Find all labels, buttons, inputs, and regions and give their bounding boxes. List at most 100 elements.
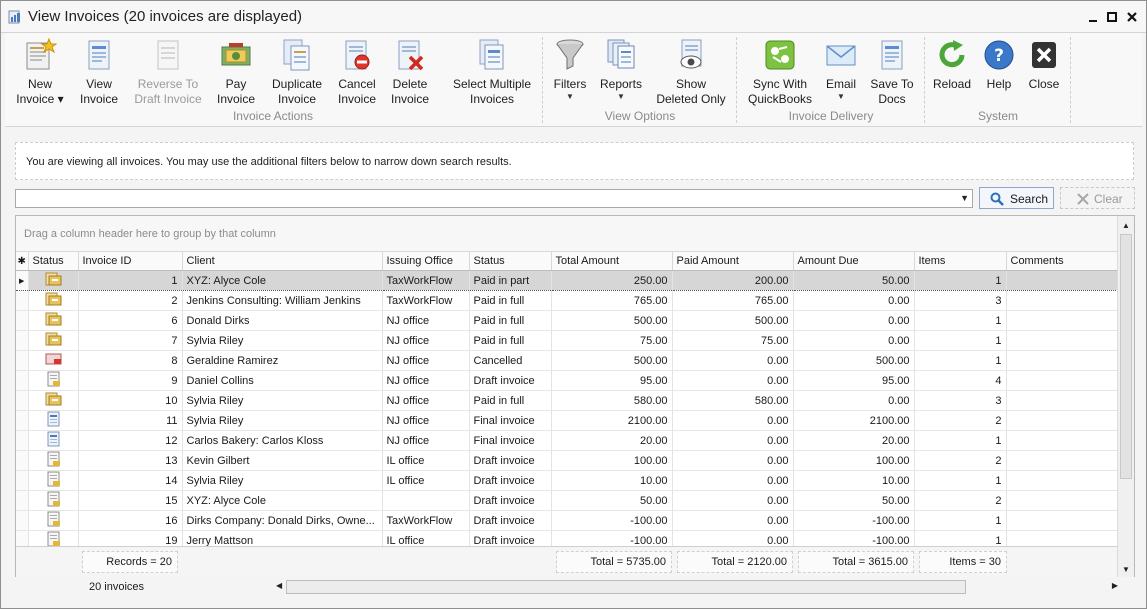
search-button[interactable]: Search	[979, 187, 1054, 209]
cell-invoice-id[interactable]: 14	[78, 470, 183, 491]
search-dropdown-icon[interactable]: ▼	[960, 193, 969, 203]
column-header-comments[interactable]: Comments	[1006, 251, 1119, 271]
filters-button[interactable]: Filters ▼	[550, 37, 590, 102]
cell-paid-amount[interactable]: 0.00	[672, 370, 794, 391]
cell-client[interactable]: Sylvia Riley	[182, 390, 383, 411]
cell-amount-due[interactable]: -100.00	[793, 510, 915, 531]
row-indicator[interactable]	[16, 510, 29, 531]
column-header-issuing-office[interactable]: Issuing Office	[382, 251, 470, 271]
cell-items[interactable]: 3	[914, 290, 1007, 311]
cell-issuing-office[interactable]: IL office	[382, 470, 470, 491]
cell-paid-amount[interactable]: 765.00	[672, 290, 794, 311]
cell-client[interactable]: Geraldine Ramirez	[182, 350, 383, 371]
cell-total-amount[interactable]: 95.00	[551, 370, 673, 391]
cell-comments[interactable]	[1006, 370, 1119, 391]
cell-invoice-id[interactable]: 11	[78, 410, 183, 431]
cell-amount-due[interactable]: 2100.00	[793, 410, 915, 431]
reload-button[interactable]: Reload	[931, 37, 973, 92]
cell-items[interactable]: 4	[914, 370, 1007, 391]
cell-paid-amount[interactable]: 75.00	[672, 330, 794, 351]
table-row[interactable]: 10 Sylvia Riley NJ office Paid in full 580.0…	[16, 390, 1119, 411]
cell-paid-amount[interactable]: 0.00	[672, 470, 794, 491]
maximize-icon[interactable]	[1105, 10, 1119, 24]
save-to-docs-button[interactable]: Save To Docs	[868, 37, 916, 107]
scroll-left-icon[interactable]: ◀	[276, 581, 282, 590]
column-header-total-amount[interactable]: Total Amount	[551, 251, 673, 271]
cell-items[interactable]: 2	[914, 450, 1007, 471]
cell-client[interactable]: Sylvia Riley	[182, 470, 383, 491]
cell-paid-amount[interactable]: 0.00	[672, 350, 794, 371]
cell-comments[interactable]	[1006, 390, 1119, 411]
cell-status[interactable]: Final invoice	[469, 410, 552, 431]
cell-client[interactable]: Sylvia Riley	[182, 330, 383, 351]
cell-invoice-id[interactable]: 16	[78, 510, 183, 531]
vertical-scrollbar[interactable]: ▲ ▼	[1117, 216, 1134, 580]
cell-comments[interactable]	[1006, 330, 1119, 351]
table-row[interactable]: 2 Jenkins Consulting: William Jenkins TaxW…	[16, 290, 1119, 311]
reverse-draft-button[interactable]: Reverse To Draft Invoice	[131, 37, 205, 107]
cell-status[interactable]: Draft invoice	[469, 510, 552, 531]
cell-total-amount[interactable]: 500.00	[551, 350, 673, 371]
row-indicator[interactable]	[16, 350, 29, 371]
search-input[interactable]	[16, 190, 952, 207]
duplicate-invoice-button[interactable]: Duplicate Invoice	[267, 37, 327, 107]
cell-total-amount[interactable]: 50.00	[551, 490, 673, 511]
cell-paid-amount[interactable]: 0.00	[672, 410, 794, 431]
cell-items[interactable]: 1	[914, 270, 1007, 291]
row-indicator[interactable]	[16, 490, 29, 511]
cell-comments[interactable]	[1006, 310, 1119, 331]
cell-client[interactable]: Kevin Gilbert	[182, 450, 383, 471]
cell-comments[interactable]	[1006, 290, 1119, 311]
table-row[interactable]: 8 Geraldine Ramirez NJ office Cancelled 500.…	[16, 350, 1119, 371]
new-invoice-button[interactable]: New Invoice ▾	[15, 37, 65, 107]
cell-comments[interactable]	[1006, 270, 1119, 291]
horizontal-scrollbar[interactable]: ◀ ▶	[274, 579, 1120, 595]
cell-paid-amount[interactable]: 0.00	[672, 510, 794, 531]
horizontal-scroll-thumb[interactable]	[286, 580, 966, 594]
search-combobox[interactable]: ▼	[15, 189, 973, 208]
cell-paid-amount[interactable]: 0.00	[672, 430, 794, 451]
cell-items[interactable]: 3	[914, 390, 1007, 411]
reports-button[interactable]: Reports ▼	[597, 37, 645, 102]
minimize-icon[interactable]	[1086, 10, 1100, 24]
table-row[interactable]: 11 Sylvia Riley NJ office Final invoice 2100…	[16, 410, 1119, 431]
cell-amount-due[interactable]: 100.00	[793, 450, 915, 471]
cancel-invoice-button[interactable]: Cancel Invoice	[335, 37, 379, 107]
column-header-status-icon[interactable]: Status	[28, 251, 79, 271]
column-header-status[interactable]: Status	[469, 251, 552, 271]
row-indicator[interactable]	[16, 310, 29, 331]
cell-total-amount[interactable]: 580.00	[551, 390, 673, 411]
cell-client[interactable]: Donald Dirks	[182, 310, 383, 331]
cell-amount-due[interactable]: 0.00	[793, 390, 915, 411]
cell-items[interactable]: 1	[914, 310, 1007, 331]
cell-status[interactable]: Paid in full	[469, 290, 552, 311]
cell-status[interactable]: Paid in full	[469, 390, 552, 411]
scroll-right-icon[interactable]: ▶	[1112, 581, 1118, 590]
row-indicator[interactable]: ▶	[16, 270, 29, 291]
column-header-client[interactable]: Client	[182, 251, 383, 271]
cell-invoice-id[interactable]: 10	[78, 390, 183, 411]
column-header-invoice-id[interactable]: Invoice ID	[78, 251, 183, 271]
cell-amount-due[interactable]: 500.00	[793, 350, 915, 371]
cell-status[interactable]: Cancelled	[469, 350, 552, 371]
cell-client[interactable]: XYZ: Alyce Cole	[182, 270, 383, 291]
cell-issuing-office[interactable]: NJ office	[382, 330, 470, 351]
cell-items[interactable]: 2	[914, 490, 1007, 511]
cell-comments[interactable]	[1006, 510, 1119, 531]
select-multiple-button[interactable]: Select Multiple Invoices	[449, 37, 535, 107]
cell-comments[interactable]	[1006, 450, 1119, 471]
cell-issuing-office[interactable]: NJ office	[382, 430, 470, 451]
table-row[interactable]: 16 Dirks Company: Donald Dirks, Owne... Ta…	[16, 510, 1119, 531]
cell-total-amount[interactable]: 500.00	[551, 310, 673, 331]
table-row[interactable]: 9 Daniel Collins NJ office Draft invoice 95.…	[16, 370, 1119, 391]
cell-client[interactable]: XYZ: Alyce Cole	[182, 490, 383, 511]
pay-invoice-button[interactable]: Pay Invoice	[213, 37, 259, 107]
cell-status[interactable]: Draft invoice	[469, 450, 552, 471]
cell-issuing-office[interactable]: TaxWorkFlow	[382, 270, 470, 291]
sync-quickbooks-button[interactable]: Sync With QuickBooks	[745, 37, 815, 107]
cell-items[interactable]: 1	[914, 330, 1007, 351]
cell-comments[interactable]	[1006, 350, 1119, 371]
column-header-amount-due[interactable]: Amount Due	[793, 251, 915, 271]
cell-items[interactable]: 2	[914, 410, 1007, 431]
cell-issuing-office[interactable]: NJ office	[382, 350, 470, 371]
